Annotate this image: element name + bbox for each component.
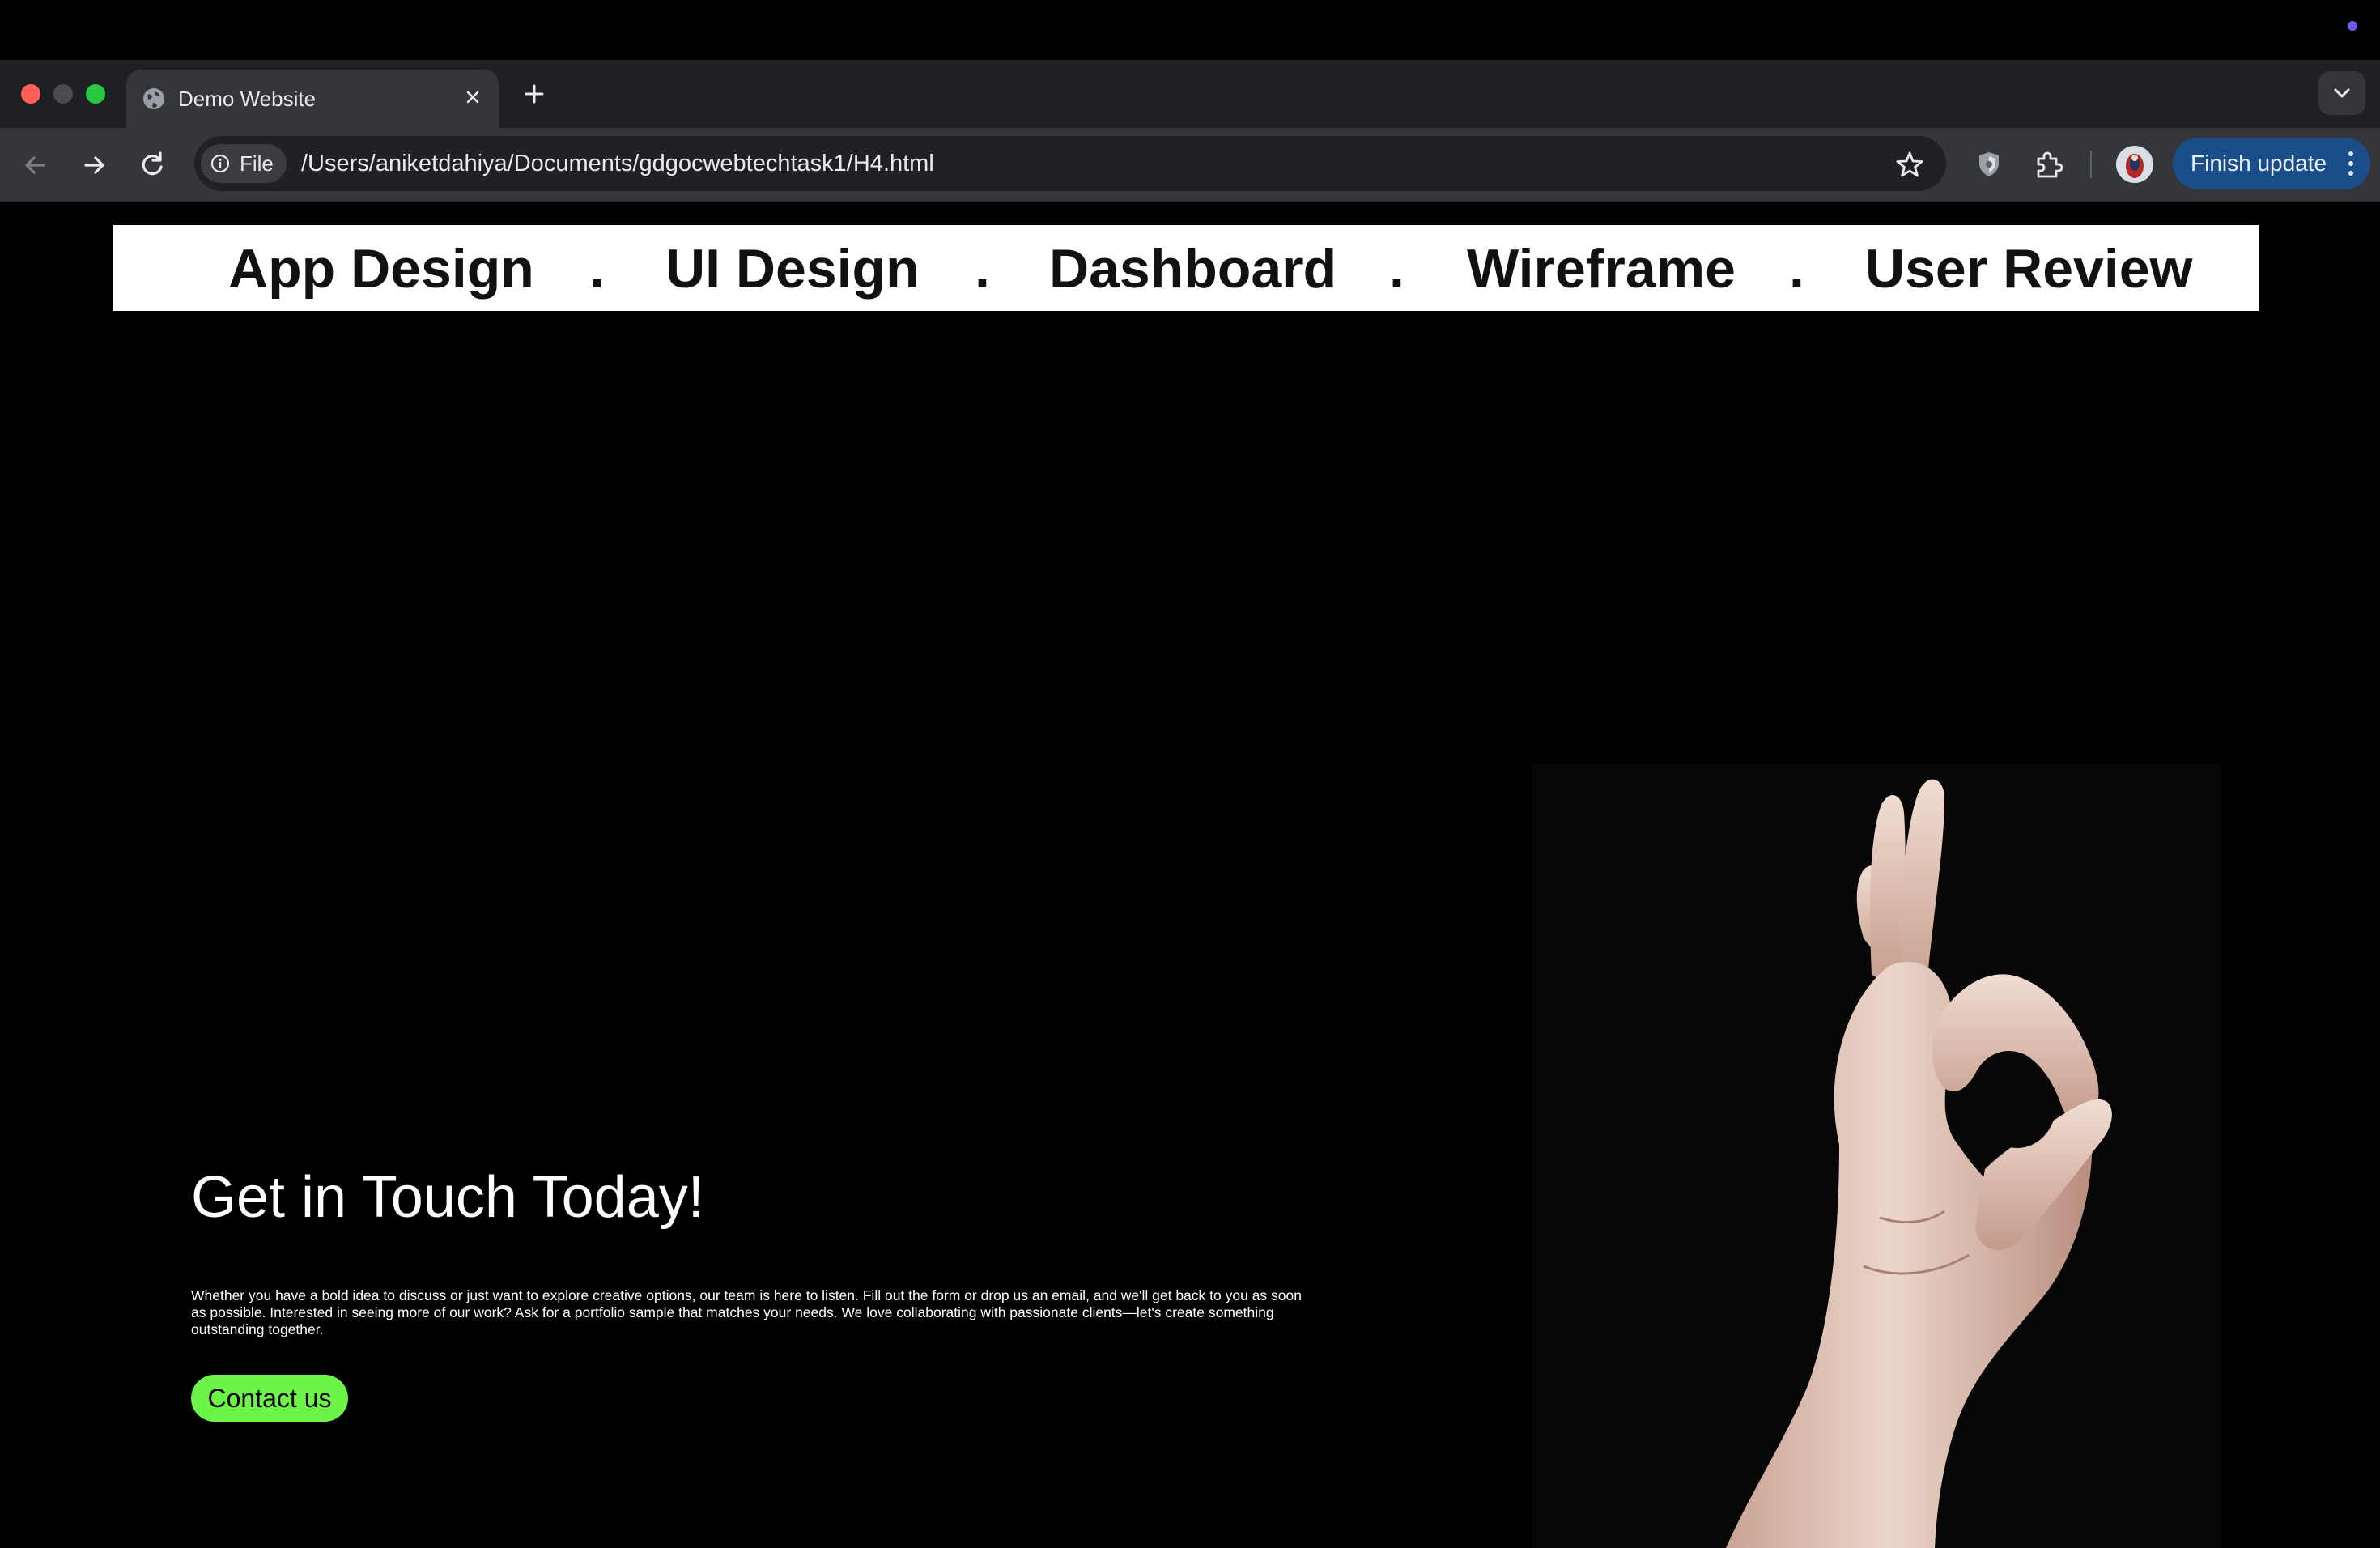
- reload-icon[interactable]: [133, 146, 172, 185]
- nav-separator: .: [975, 238, 990, 300]
- maximize-window-button[interactable]: [86, 84, 105, 104]
- minimize-window-button[interactable]: [53, 84, 73, 104]
- star-icon[interactable]: [1891, 146, 1928, 183]
- system-menu-bar: [0, 0, 2380, 60]
- contact-us-button[interactable]: Contact us: [191, 1375, 348, 1422]
- close-window-button[interactable]: [21, 84, 40, 104]
- forward-arrow-icon[interactable]: [74, 146, 113, 185]
- finish-update-button[interactable]: Finish update: [2173, 138, 2370, 189]
- chevron-down-icon: [2334, 88, 2350, 98]
- plus-icon[interactable]: [518, 78, 550, 110]
- hero-title: Get in Touch Today!: [191, 1165, 704, 1230]
- nav-separator: .: [1789, 238, 1804, 300]
- tab-search-button[interactable]: [2318, 71, 2365, 115]
- back-arrow-icon[interactable]: [16, 146, 55, 185]
- finish-update-label: Finish update: [2191, 151, 2327, 176]
- page-viewport: App Design . UI Design . Dashboard . Wir…: [0, 202, 2380, 1548]
- kebab-menu-icon[interactable]: [2348, 149, 2354, 178]
- nav-item-app-design[interactable]: App Design: [228, 236, 534, 301]
- shield-icon[interactable]: [1970, 146, 2008, 183]
- site-info-label: File: [240, 151, 274, 176]
- tab-title: Demo Website: [178, 87, 317, 111]
- puzzle-icon[interactable]: [2029, 146, 2068, 185]
- status-dot-icon: [2348, 21, 2357, 31]
- close-icon[interactable]: [458, 83, 487, 112]
- toolbar-separator: [2090, 151, 2092, 178]
- info-icon: [210, 154, 230, 173]
- profile-avatar[interactable]: [2116, 146, 2153, 183]
- nav-separator: .: [589, 238, 605, 300]
- ok-hand-image: [1532, 764, 2221, 1548]
- globe-icon: [143, 88, 164, 109]
- nav-item-user-review[interactable]: User Review: [1865, 236, 2192, 301]
- category-nav-bar: App Design . UI Design . Dashboard . Wir…: [113, 225, 2259, 311]
- avatar-icon: [2116, 146, 2153, 183]
- nav-item-ui-design[interactable]: UI Design: [665, 236, 920, 301]
- nav-item-dashboard[interactable]: Dashboard: [1049, 236, 1337, 301]
- url-text[interactable]: /Users/aniketdahiya/Documents/gdgocwebte…: [301, 149, 934, 178]
- nav-separator: .: [1389, 238, 1405, 300]
- nav-item-wireframe[interactable]: Wireframe: [1467, 236, 1736, 301]
- ok-hand-photo: [1532, 764, 2221, 1548]
- tab-demo-website[interactable]: Demo Website: [126, 70, 499, 128]
- hero-body-text: Whether you have a bold idea to discuss …: [191, 1287, 1302, 1337]
